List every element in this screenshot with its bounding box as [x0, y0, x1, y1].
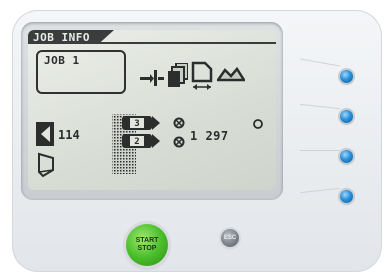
pocket-3-label: 3 [134, 119, 139, 129]
job-selector[interactable]: JOB 1 [36, 50, 126, 94]
led-indicator-4[interactable] [340, 190, 353, 203]
led-indicator-1[interactable] [340, 70, 353, 83]
esc-button[interactable]: ESC [221, 229, 239, 247]
esc-label: ESC [223, 235, 237, 241]
cutter-icon [140, 70, 164, 86]
led-guide-line [300, 150, 340, 151]
led-indicator-3[interactable] [340, 150, 353, 163]
back-arrow-icon[interactable] [36, 122, 54, 146]
side-count: 114 [58, 128, 80, 142]
stack-icon [168, 63, 188, 87]
stop-label: STOP [137, 245, 157, 252]
led-indicator-2[interactable] [340, 110, 353, 123]
header-divider [28, 42, 276, 44]
feeder-icon: 3 2 [112, 114, 160, 174]
tray-icon [38, 152, 54, 178]
job-name: JOB 1 [44, 54, 80, 67]
counter-indicator-icon [253, 119, 263, 129]
fold-length-icon [191, 61, 213, 90]
sensor-icon [173, 117, 185, 148]
crease-icon [217, 66, 245, 82]
pocket-2-label: 2 [134, 137, 139, 147]
start-label: START [135, 237, 159, 244]
start-stop-button[interactable]: START STOP [126, 224, 168, 266]
lcd-screen: JOB INFO JOB 1 114 3 2 1 297 [28, 30, 276, 190]
main-count: 1 297 [190, 129, 229, 143]
